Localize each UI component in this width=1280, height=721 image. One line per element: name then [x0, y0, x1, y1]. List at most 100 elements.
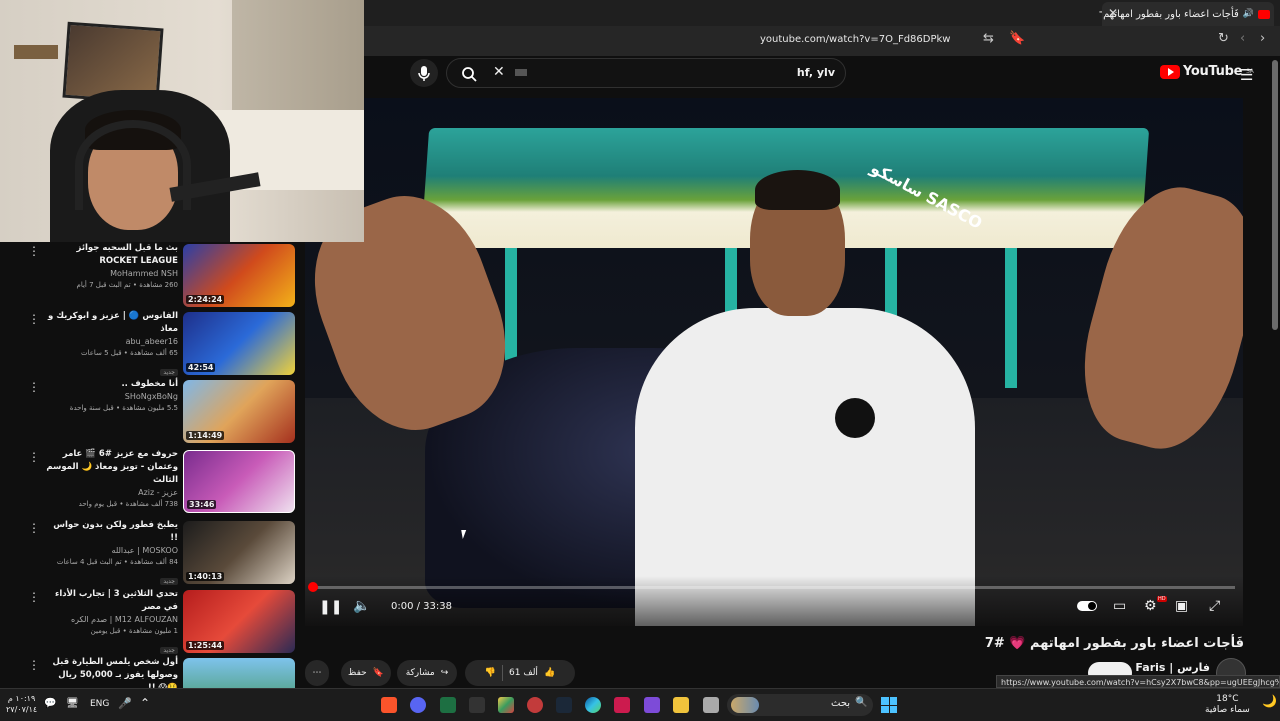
capcut-icon[interactable]: [469, 697, 485, 713]
video-thumbnail[interactable]: 1:40:13: [183, 521, 295, 584]
more-options-icon[interactable]: ⋮: [28, 450, 40, 464]
player-controls: ❚❚ 🔈 0:00 / 33:38 ▭ ⚙ HD ▣ ⤢: [305, 576, 1243, 626]
related-video-item[interactable]: 1:40:13 يطبخ فطور ولكن بدون حواس !! MOSKO…: [0, 519, 300, 585]
video-thumbnail[interactable]: [183, 658, 295, 688]
app-purple-icon[interactable]: [644, 697, 660, 713]
clock-date: ٢٧/٠٧/١٤: [6, 705, 38, 714]
more-options-icon[interactable]: ⋮: [28, 244, 40, 258]
webcam-overlay: [0, 0, 364, 242]
channel-name[interactable]: SHoNgxBoNg: [46, 391, 178, 403]
related-video-item[interactable]: 2:24:24 بث ما قبل السحبه جوائز ROCKET LE…: [0, 242, 300, 308]
file-explorer-icon[interactable]: [673, 697, 689, 713]
duration-badge: 33:46: [187, 500, 217, 509]
video-thumbnail[interactable]: 33:46: [183, 450, 295, 513]
progress-bar[interactable]: [313, 586, 1235, 589]
voice-search-icon[interactable]: [410, 59, 438, 87]
hamburger-menu-icon[interactable]: ☰: [1240, 66, 1253, 84]
notification-icon[interactable]: 💬: [44, 698, 56, 709]
edge-icon[interactable]: [585, 697, 601, 713]
like-icon[interactable]: 👍: [544, 668, 555, 678]
channel-name[interactable]: MoHammed NSH: [46, 268, 178, 280]
search-icon[interactable]: [461, 66, 477, 86]
save-button[interactable]: حفظ 🔖: [341, 660, 391, 686]
channel-name[interactable]: M12 ALFOUZAN | صدم الكره: [46, 614, 178, 626]
brave-browser-icon[interactable]: [381, 697, 397, 713]
site-settings-icon[interactable]: ⇆: [983, 31, 994, 46]
video-thumbnail[interactable]: 1:25:44: [183, 590, 295, 653]
dislike-icon[interactable]: 👎: [485, 668, 496, 678]
video-stats: 738 ألف مشاهدة • قبل يوم واحد: [78, 500, 178, 508]
video-player[interactable]: ساسكو SASCO ❚❚ 🔈 0:00 / 33:38 ▭ ⚙ HD ▣ ⤢: [305, 98, 1243, 626]
acrobat-icon[interactable]: [614, 697, 630, 713]
search-box[interactable]: ✕ hf, ylv: [446, 58, 846, 88]
video-title[interactable]: أول شخص يلمس الطيارة قبل وصولها يفوز بـ …: [46, 656, 178, 688]
reload-icon[interactable]: ↻: [1218, 31, 1229, 46]
weather-widget[interactable]: 18°C سماء صافية: [1205, 694, 1250, 716]
video-title[interactable]: بث ما قبل السحبه جوائز ROCKET LEAGUE: [46, 242, 178, 268]
related-video-item[interactable]: أول شخص يلمس الطيارة قبل وصولها يفوز بـ …: [0, 656, 300, 688]
more-options-icon[interactable]: ⋮: [28, 521, 40, 535]
webcam-wall-frame: [14, 45, 58, 59]
discord-icon[interactable]: [410, 697, 426, 713]
settings-gear-icon[interactable]: ⚙: [1144, 598, 1157, 614]
clear-search-icon[interactable]: ✕: [493, 64, 505, 80]
more-options-icon[interactable]: ⋮: [28, 590, 40, 604]
channel-name[interactable]: abu_abeer16: [46, 336, 178, 348]
video-thumbnail[interactable]: 2:24:24: [183, 244, 295, 307]
volume-icon[interactable]: 🔈: [353, 598, 370, 614]
page-scrollbar[interactable]: [1272, 60, 1278, 330]
more-actions-icon[interactable]: ⋯: [305, 660, 329, 686]
speaker-icon[interactable]: 🔊: [1243, 9, 1254, 19]
fullscreen-icon[interactable]: ⤢: [1209, 598, 1220, 614]
taskbar-search[interactable]: بحث 🔍: [727, 694, 873, 716]
back-icon[interactable]: ›: [1260, 31, 1265, 46]
task-view-icon[interactable]: [703, 697, 719, 713]
pause-button[interactable]: ❚❚: [319, 599, 342, 615]
share-button[interactable]: مشاركة ↪: [397, 660, 457, 686]
related-video-item[interactable]: 42:54 الفانوس 🔵 | عزيز و ابوكريك و معاذ a…: [0, 310, 300, 376]
steam-icon[interactable]: [556, 697, 572, 713]
language-indicator[interactable]: ENG: [90, 699, 109, 709]
video-thumbnail[interactable]: 42:54: [183, 312, 295, 375]
like-count: 61 ألف: [509, 668, 538, 678]
video-stats: 260 مشاهدة • تم البث قبل 7 أيام: [76, 281, 178, 289]
video-thumbnail[interactable]: 1:14:49: [183, 380, 295, 443]
more-options-icon[interactable]: ⋮: [28, 380, 40, 394]
theater-mode-icon[interactable]: ▣: [1175, 598, 1188, 614]
duration-badge: 1:14:49: [186, 431, 225, 440]
tray-chevron-icon[interactable]: ⌃: [140, 696, 150, 710]
duration-badge: 1:25:44: [186, 641, 225, 650]
related-video-item[interactable]: 1:14:49 أنا مخطوف .. SHoNgxBoNg 5.5 مليون …: [0, 378, 300, 444]
bookmark-icon[interactable]: 🔖: [1009, 31, 1025, 46]
more-options-icon[interactable]: ⋮: [28, 658, 40, 672]
weather-condition: سماء صافية: [1205, 705, 1250, 715]
channel-name-main[interactable]: فارس | Faris: [1135, 661, 1210, 674]
tab-close-icon[interactable]: ✕: [1108, 6, 1118, 20]
app-icon[interactable]: [498, 697, 514, 713]
scrubber-handle[interactable]: [308, 582, 318, 592]
autoplay-toggle[interactable]: [1077, 601, 1097, 611]
url-text[interactable]: youtube.com/watch?v=7O_Fd86DPkw: [760, 34, 950, 45]
video-title[interactable]: أنا مخطوف ..: [46, 378, 178, 391]
app-red-icon[interactable]: [527, 697, 543, 713]
windows-start-icon[interactable]: [881, 697, 897, 713]
youtube-logo-text: YouTube: [1183, 64, 1243, 79]
system-clock[interactable]: ١٠:١٩ م ٢٧/٠٧/١٤: [6, 693, 37, 715]
excel-icon[interactable]: [440, 697, 456, 713]
video-title[interactable]: الفانوس 🔵 | عزيز و ابوكريك و معاذ: [46, 310, 178, 336]
microphone-icon[interactable]: 🎤: [118, 697, 132, 710]
video-title[interactable]: تحدي الثلاثين 3 | تجارب الأداء في مصر: [46, 588, 178, 614]
channel-name[interactable]: عزيز - Aziz: [46, 487, 178, 499]
related-video-item[interactable]: 33:46 حروف مع عزيز #6 🎬 عامر وعثمان - تو…: [0, 448, 300, 514]
search-input[interactable]: hf, ylv: [797, 66, 835, 79]
video-title[interactable]: يطبخ فطور ولكن بدون حواس !!: [46, 519, 178, 545]
forward-icon[interactable]: ‹: [1240, 31, 1245, 46]
related-video-item[interactable]: 1:25:44 تحدي الثلاثين 3 | تجارب الأداء ف…: [0, 588, 300, 654]
subtitles-icon[interactable]: ▭: [1113, 598, 1126, 614]
more-options-icon[interactable]: ⋮: [28, 312, 40, 326]
taskbar-search-icon: 🔍: [855, 697, 868, 708]
video-title[interactable]: حروف مع عزيز #6 🎬 عامر وعثمان - تويز ومع…: [46, 448, 178, 487]
channel-name[interactable]: MOSKOO | عبدالله: [46, 545, 178, 557]
display-icon[interactable]: 🖥: [66, 698, 79, 709]
browser-tab[interactable]: ✕ فَأجات اعضاء باور بفطور امهاتهم 🔊: [1102, 2, 1274, 26]
